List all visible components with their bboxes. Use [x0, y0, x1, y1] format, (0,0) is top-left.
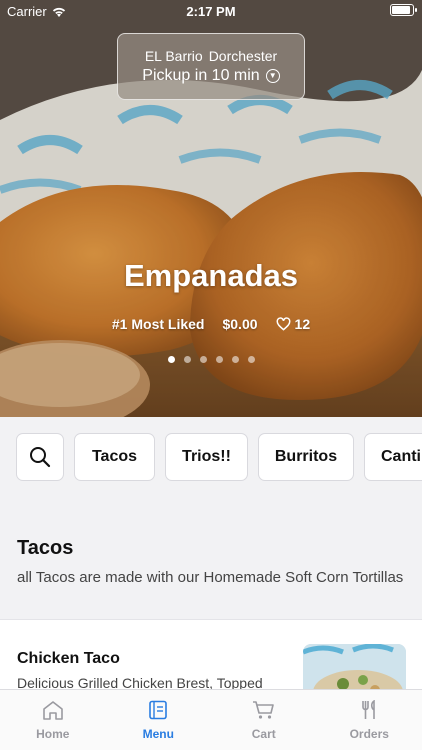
search-button[interactable]: [16, 433, 64, 481]
hero-banner[interactable]: Carrier 2:17 PM EL Barrio Dorchester Pic…: [0, 0, 422, 417]
featured-price: $0.00: [222, 316, 258, 332]
menu-section-header: Tacos all Tacos are made with our Homema…: [0, 499, 422, 619]
tab-home[interactable]: Home: [0, 690, 106, 750]
search-icon: [30, 447, 51, 468]
menu-book-icon: [148, 699, 168, 721]
store-area: Dorchester: [208, 48, 278, 64]
category-tab-burritos[interactable]: Burritos: [258, 433, 354, 481]
featured-item-title: Empanadas: [123, 258, 298, 293]
bottom-tab-bar: Home Menu Cart Orders: [0, 689, 422, 750]
carousel-dot[interactable]: [167, 356, 175, 363]
category-tab-cantina[interactable]: Cantina: [364, 433, 422, 481]
status-bar: Carrier 2:17 PM: [0, 0, 422, 22]
category-tab-trios[interactable]: Trios!!: [165, 433, 248, 481]
likes-count: 12: [294, 316, 311, 332]
carousel-dot[interactable]: [247, 356, 255, 363]
tab-menu-label: Menu: [142, 727, 174, 741]
status-time: 2:17 PM: [186, 4, 236, 19]
location-selector[interactable]: EL Barrio Dorchester Pickup in 10 min ▼: [117, 33, 305, 100]
cart-icon: [252, 699, 276, 721]
section-description: all Tacos are made with our Homemade Sof…: [17, 569, 404, 586]
battery-icon: [390, 4, 417, 16]
carousel-dot[interactable]: [215, 356, 223, 363]
heart-icon: [276, 317, 291, 331]
tab-orders-label: Orders: [349, 727, 389, 741]
pickup-time: Pickup in 10 min: [142, 67, 260, 84]
tab-cart[interactable]: Cart: [211, 690, 317, 750]
category-tab-tacos[interactable]: Tacos: [74, 433, 155, 481]
chevron-down-circle-icon: ▼: [265, 69, 280, 83]
menu-item[interactable]: Chicken Taco Delicious Grilled Chicken B…: [0, 619, 422, 704]
carousel-indicator[interactable]: [0, 356, 422, 363]
store-name: EL Barrio: [144, 48, 203, 64]
tab-cart-label: Cart: [251, 727, 276, 741]
section-title: Tacos: [17, 537, 74, 559]
tab-orders[interactable]: Orders: [317, 690, 422, 750]
menu-item-name: Chicken Taco: [17, 650, 120, 667]
carousel-dot[interactable]: [199, 356, 207, 363]
featured-badge: #1 Most Liked: [111, 316, 205, 332]
fork-knife-icon: [359, 699, 379, 721]
carousel-dot[interactable]: [183, 356, 191, 363]
category-bar: Tacos Trios!! Burritos Cantina: [0, 417, 422, 499]
home-icon: [42, 699, 64, 721]
featured-likes[interactable]: 12: [276, 316, 311, 332]
carousel-dot[interactable]: [231, 356, 239, 363]
tab-home-label: Home: [36, 727, 70, 741]
featured-item-meta: #1 Most Liked $0.00 12: [0, 316, 422, 332]
tab-menu[interactable]: Menu: [106, 690, 212, 750]
